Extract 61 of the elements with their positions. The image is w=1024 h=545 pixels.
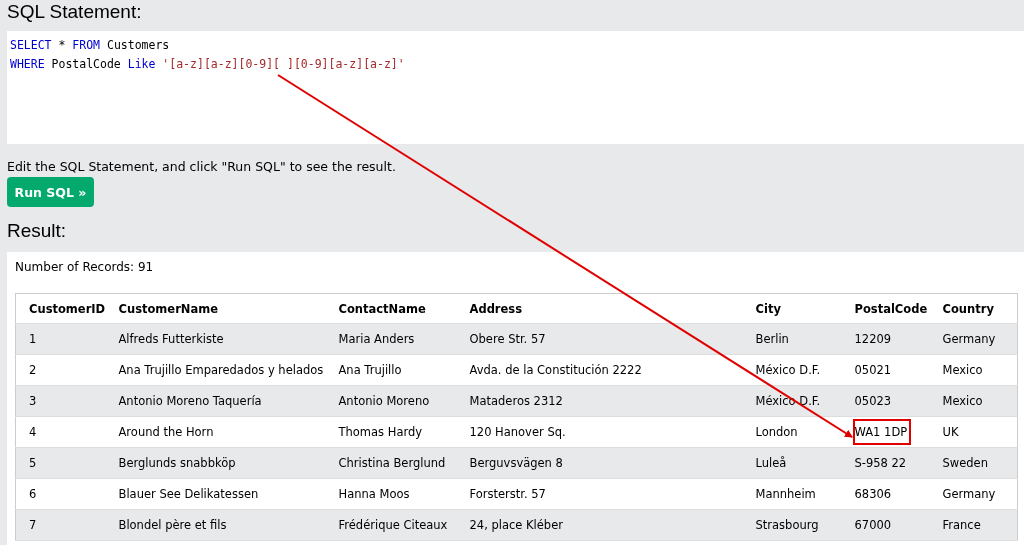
table-cell: Luleå	[742, 447, 842, 479]
table-cell: France	[929, 509, 1018, 541]
section-heading: Result:	[6, 219, 68, 243]
column-header: Country	[929, 293, 1018, 324]
table-cell-text: S-958 22	[853, 455, 908, 472]
column-header: ContactName	[325, 293, 457, 324]
column-header: City	[742, 293, 842, 324]
table-cell: London	[742, 416, 842, 448]
table-cell: 1	[15, 323, 106, 355]
table-cell: Ana Trujillo	[325, 354, 457, 386]
record-count: Number of Records: 91	[15, 260, 155, 276]
table-cell: 7	[15, 509, 106, 541]
table-cell: Antonio Moreno Taquería	[105, 385, 326, 417]
section-heading: SQL Statement:	[6, 0, 143, 24]
table-cell: Sweden	[929, 447, 1018, 479]
table-cell: Antonio Moreno	[325, 385, 457, 417]
table-cell: Germany	[929, 323, 1018, 355]
table-cell: Mannheim	[742, 478, 842, 510]
table-cell: Blauer See Delikatessen	[105, 478, 326, 510]
table-cell: Strasbourg	[742, 509, 842, 541]
sql-editor-field[interactable]: SELECT * FROM Customers WHERE PostalCode Like '[a-z][a-z][0-9][ ][0-9][a-z][a-z]'	[7, 31, 1024, 144]
table-cell-text: 05023	[853, 393, 893, 410]
table-cell: 2	[15, 354, 106, 386]
table-cell: México D.F.	[742, 354, 842, 386]
table-cell: Maria Anders	[325, 323, 457, 355]
table-cell-text: 05021	[853, 362, 893, 379]
table-cell: Alfreds Futterkiste	[105, 323, 326, 355]
table-cell: Berguvsvägen 8	[456, 447, 743, 479]
column-header: CustomerName	[105, 293, 326, 324]
table-cell: UK	[929, 416, 1018, 448]
table-cell: México D.F.	[742, 385, 842, 417]
table-cell: Avda. de la Constitución 2222	[456, 354, 743, 386]
table-cell: Frédérique Citeaux	[325, 509, 457, 541]
table-cell: 4	[15, 416, 106, 448]
table-cell: Germany	[929, 478, 1018, 510]
table-cell: Ana Trujillo Emparedados y helados	[105, 354, 326, 386]
table-cell: 24, place Kléber	[456, 509, 743, 541]
table-cell: Obere Str. 57	[456, 323, 743, 355]
table-cell: Around the Horn	[105, 416, 326, 448]
column-header: CustomerID	[15, 293, 106, 324]
table-cell: 6	[15, 478, 106, 510]
table-cell: 3	[15, 385, 106, 417]
table-cell: Mexico	[929, 354, 1018, 386]
column-header: Address	[456, 293, 743, 324]
table-cell: Berlin	[742, 323, 842, 355]
table-cell: Blondel père et fils	[105, 509, 326, 541]
instruction-text: Edit the SQL Statement, and click "Run SQL" to see the result.	[6, 158, 397, 176]
table-cell: Mataderos 2312	[456, 385, 743, 417]
table-cell: Berglunds snabbköp	[105, 447, 326, 479]
table-cell: 5	[15, 447, 106, 479]
table-cell: Christina Berglund	[325, 447, 457, 479]
table-cell-text: 68306	[853, 486, 893, 503]
table-cell-text: 12209	[853, 331, 893, 348]
table-cell: 120 Hanover Sq.	[456, 416, 743, 448]
column-header: PostalCode	[841, 293, 930, 324]
highlighted-cell: WA1 1DP	[852, 419, 912, 445]
table-cell: Thomas Hardy	[325, 416, 457, 448]
table-cell: Hanna Moos	[325, 478, 457, 510]
table-cell-text: 67000	[853, 517, 893, 534]
table-cell: Forsterstr. 57	[456, 478, 743, 510]
table-cell: Mexico	[929, 385, 1018, 417]
